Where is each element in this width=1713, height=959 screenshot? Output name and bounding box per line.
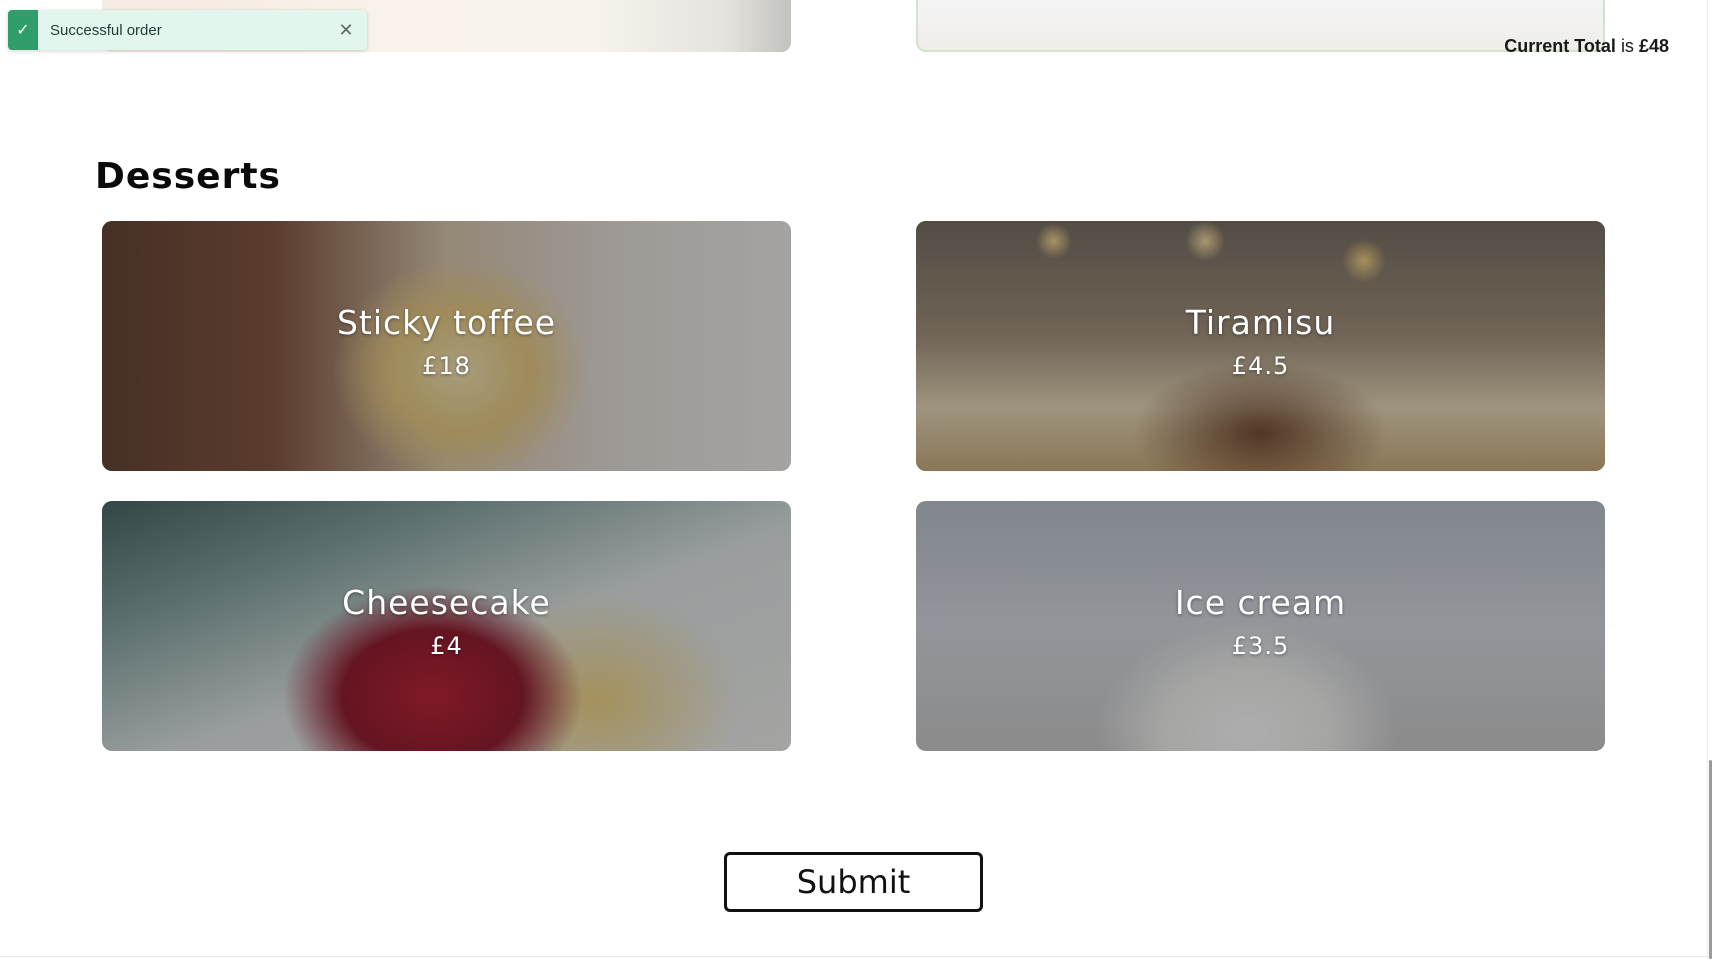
- dessert-price: £4: [430, 631, 463, 660]
- dessert-name: Tiramisu: [1185, 302, 1336, 342]
- dessert-card-sticky-toffee[interactable]: Sticky toffee £18: [102, 221, 791, 471]
- menu-item-card-partial-selected[interactable]: [916, 0, 1605, 52]
- scrollbar-thumb[interactable]: [1709, 760, 1712, 959]
- dessert-card-ice-cream[interactable]: Ice cream £3.5: [916, 501, 1605, 751]
- order-page: Current Total is £48 Desserts Sticky tof…: [0, 0, 1707, 957]
- dessert-card-tiramisu[interactable]: Tiramisu £4.5: [916, 221, 1605, 471]
- dessert-price: £4.5: [1231, 351, 1290, 380]
- check-icon: ✓: [8, 10, 38, 50]
- toast-message: Successful order: [50, 21, 162, 39]
- dessert-price: £3.5: [1231, 631, 1290, 660]
- vertical-scrollbar[interactable]: [1707, 0, 1713, 959]
- section-title-desserts: Desserts: [95, 156, 281, 197]
- dessert-name: Ice cream: [1174, 582, 1347, 622]
- success-toast: ✓ Successful order ✕: [8, 10, 367, 50]
- dessert-card-cheesecake[interactable]: Cheesecake £4: [102, 501, 791, 751]
- dessert-price: £18: [422, 351, 471, 380]
- current-total: Current Total is £48: [1504, 36, 1669, 56]
- dessert-name: Cheesecake: [342, 582, 551, 622]
- close-icon[interactable]: ✕: [331, 15, 361, 45]
- dessert-name: Sticky toffee: [336, 302, 557, 342]
- submit-button[interactable]: Submit: [724, 852, 983, 912]
